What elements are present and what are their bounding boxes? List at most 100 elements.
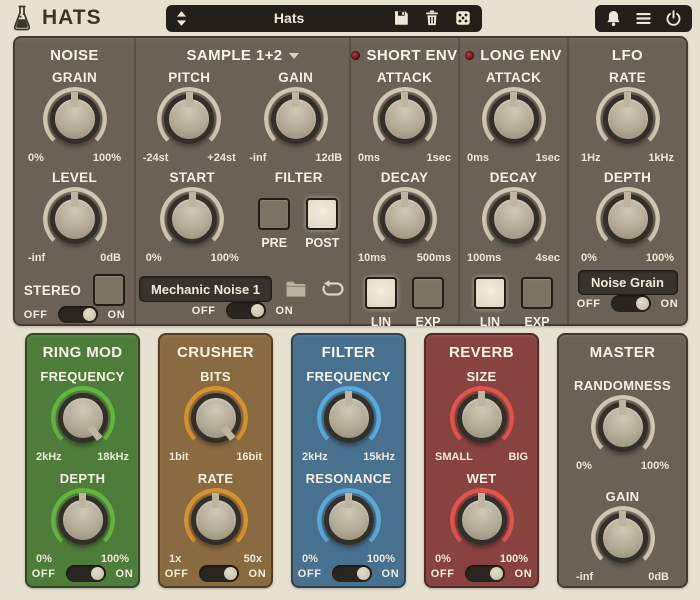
sample-gain-knob[interactable] [264,87,328,151]
up-down-arrows-icon [176,10,187,27]
fx-row: RING MOD FREQUENCY 2kHz 18kHz DEPTH 0% 1… [25,333,688,588]
preset-actions [392,9,472,27]
reverb-wet-knob[interactable] [450,488,514,552]
knob-min-label: 2kHz [36,451,62,463]
long-env-attack-knob[interactable] [482,87,546,151]
toggle-off-label: OFF [298,568,322,580]
preset-name[interactable]: Hats [195,10,384,26]
master-gain-param: GAIN -inf 0dB [576,486,669,583]
knob-min-label: 0% [28,152,44,164]
reverb-onoff-row: OFF ON [431,565,533,582]
param-label: RATE [198,471,234,486]
short-env-attack-knob[interactable] [373,87,437,151]
bell-icon [604,9,623,28]
filter-resonance-param: RESONANCE 0% 100% [302,468,395,565]
param-label: DECAY [381,170,429,185]
loop-sample-button[interactable] [320,280,346,298]
sample-pitch-param: PITCH -24st +24st [143,67,236,164]
filter-title: FILTER [322,344,376,361]
randomize-preset-button[interactable] [454,9,472,27]
ring-mod-frequency-knob[interactable] [51,386,115,450]
toggle-knob [357,567,370,580]
sample-toggle[interactable] [226,302,266,319]
knob-pointer [401,87,408,119]
noise-grain-knob[interactable] [43,87,107,151]
lfo-toggle[interactable] [611,295,651,312]
long-env-exp-button[interactable] [521,277,553,309]
short-env-section: SHORT ENV ATTACK 0ms 1sec DECAY 10ms 500… [349,38,458,324]
menu-button[interactable] [634,9,653,28]
knob-min-label: 1x [169,553,181,565]
filter-pre-button[interactable] [258,198,290,230]
sample-selector[interactable]: SAMPLE 1+2 [186,47,298,64]
lfo-rate-knob[interactable] [596,87,660,151]
filter-frequency-knob[interactable] [317,386,381,450]
knob-pointer [619,506,626,538]
delete-preset-button[interactable] [423,9,441,27]
app-title: HATS [42,6,102,30]
sample-name-select[interactable]: Mechanic Noise 1 [139,276,272,302]
knob-min-label: 0ms [358,152,380,164]
toggle-knob [224,567,237,580]
preset-spinner[interactable] [176,10,187,27]
sample-start-knob[interactable] [160,187,224,251]
knob-max-label: 12dB [315,152,342,164]
reverb-toggle[interactable] [465,565,505,582]
lfo-depth-knob[interactable] [596,187,660,251]
menu-icon [634,9,653,28]
long-env-decay-knob[interactable] [482,187,546,251]
crusher-bits-param: BITS 1bit 16bit [169,366,262,463]
toggle-knob [91,567,104,580]
filter-resonance-knob[interactable] [317,488,381,552]
param-label: DEPTH [60,471,106,486]
knob-max-label: BIG [508,451,528,463]
toggle-knob [83,308,96,321]
exp-label: EXP [524,315,549,329]
sample-name: Mechanic Noise 1 [151,282,260,297]
lfo-section: LFO RATE 1Hz 1kHz DEPTH 0% 100% N [567,38,686,324]
filter-post-button[interactable] [306,198,338,230]
noise-level-knob[interactable] [43,187,107,251]
long-env-title: LONG ENV [480,47,562,64]
knob-min-label: -inf [576,571,593,583]
knob-pointer [71,187,78,219]
master-title: MASTER [590,344,656,361]
toggle-off-label: OFF [165,568,189,580]
toggle-knob [251,304,264,317]
crusher-bits-knob[interactable] [184,386,248,450]
knob-max-label: 0dB [648,571,669,583]
lfo-target-select[interactable]: Noise Grain [578,270,678,295]
long-env-lin-button[interactable] [474,277,506,309]
filter-toggle[interactable] [332,565,372,582]
master-gain-knob[interactable] [591,506,655,570]
preset-bar: Hats [166,5,482,32]
caret-down-icon [289,53,299,59]
crusher-rate-knob[interactable] [184,488,248,552]
param-label: ATTACK [486,70,541,85]
knob-min-label: -inf [249,152,266,164]
noise-stereo-row: STEREO [24,274,125,306]
save-icon [392,9,410,27]
param-label: ATTACK [377,70,432,85]
short-env-exp-button[interactable] [412,277,444,309]
sample-section: SAMPLE 1+2 PITCH -24st +24st GAIN [134,38,349,324]
ring-mod-depth-knob[interactable] [51,488,115,552]
short-env-decay-knob[interactable] [373,187,437,251]
notifications-button[interactable] [604,9,623,28]
reverb-panel: REVERB SIZE SMALL BIG WET 0% 100% [424,333,539,588]
master-randomness-knob[interactable] [591,395,655,459]
noise-toggle[interactable] [58,306,98,323]
reverb-title: REVERB [449,344,514,361]
crusher-toggle[interactable] [199,565,239,582]
pre-label: PRE [261,236,287,250]
save-preset-button[interactable] [392,9,410,27]
reverb-size-knob[interactable] [450,386,514,450]
reverb-wet-param: WET 0% 100% [435,468,528,565]
power-button[interactable] [664,9,683,28]
synth-panel: NOISE GRAIN 0% 100% LEVEL -inf 0dB [13,36,688,326]
sample-pitch-knob[interactable] [157,87,221,151]
ring-mod-toggle[interactable] [66,565,106,582]
short-env-lin-button[interactable] [365,277,397,309]
stereo-button[interactable] [93,274,125,306]
browse-sample-button[interactable] [285,280,307,298]
